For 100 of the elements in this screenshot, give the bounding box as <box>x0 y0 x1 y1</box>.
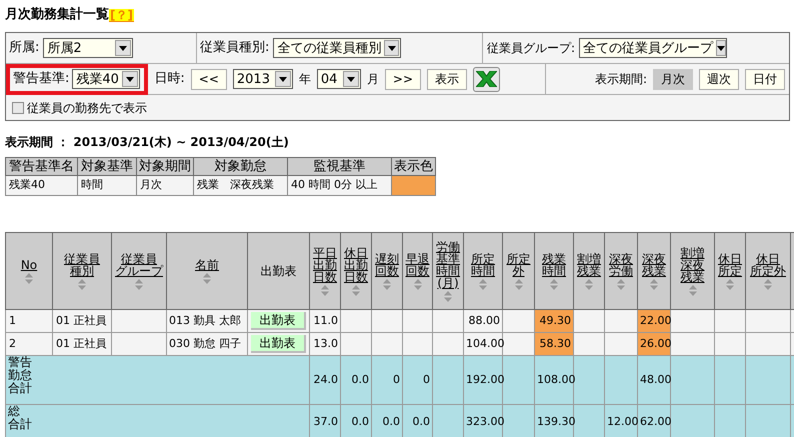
sort-icon <box>135 278 143 290</box>
table-cell: 88.00 <box>464 310 502 332</box>
table-cell: 残業 深夜残業 <box>194 176 288 196</box>
next-button[interactable]: >> <box>384 68 421 90</box>
table-cell: 0.0 <box>372 404 402 437</box>
sort-icon <box>650 278 658 290</box>
column-header: 出勤表 <box>248 232 310 310</box>
checkbox[interactable] <box>12 102 24 114</box>
spreadsheet-x-icon <box>476 71 497 87</box>
table-cell: 26.00 <box>638 332 670 356</box>
sort-icon <box>352 284 360 296</box>
table-cell: 時間 <box>78 176 136 196</box>
table-header: 監視基準 <box>288 158 392 176</box>
column-header[interactable]: 休日 所定外 <box>746 232 790 310</box>
sort-icon <box>764 278 772 290</box>
table-cell: 11.0 <box>310 310 340 332</box>
table-cell: 1 <box>6 310 52 332</box>
summary-label: 総 合計 <box>8 405 32 431</box>
table-cell: 104.00 <box>464 332 502 356</box>
month-select[interactable]: 04 <box>316 69 361 89</box>
table-cell: 0.0 <box>340 404 372 437</box>
column-header[interactable]: 平日 出勤 日数 <box>310 232 340 310</box>
show-button[interactable]: 表示 <box>427 68 467 90</box>
sort-icon <box>383 278 391 290</box>
column-header[interactable]: 割増 残業 <box>574 232 604 310</box>
table-cell: 192.00 <box>464 356 502 404</box>
sort-icon <box>688 284 696 296</box>
column-header[interactable]: 深夜 労働 <box>604 232 638 310</box>
column-header[interactable]: 早退 回数 <box>402 232 432 310</box>
period-tab[interactable]: 月次 <box>653 68 693 90</box>
sort-icon <box>550 278 558 290</box>
period-tab[interactable]: 日付 <box>745 68 785 90</box>
table-cell: 108.00 <box>534 356 574 404</box>
table-cell: 139.30 <box>534 404 574 437</box>
column-header[interactable]: 休日 所定 <box>714 232 746 310</box>
summary-label: 警告 勤怠 合計 <box>8 356 32 395</box>
sort-icon <box>25 272 33 284</box>
sort-icon <box>203 272 211 284</box>
table-cell: 0 <box>402 356 432 404</box>
employee-type-label: 従業員種別: <box>200 39 270 58</box>
column-header[interactable]: 労働 基準 時間 (月) <box>432 232 464 310</box>
sort-icon <box>514 278 522 290</box>
table-cell: 62.00 <box>638 404 670 437</box>
table-cell: 0 <box>372 356 402 404</box>
table-cell: 013 勤具 太郎 <box>166 310 248 332</box>
employee-group-select[interactable]: 全ての従業員グループ <box>579 38 728 58</box>
attendance-sheet-button[interactable]: 出勤表 <box>251 312 306 330</box>
table-cell: 12.00 <box>604 404 638 437</box>
sort-icon <box>414 278 422 290</box>
sort-icon <box>321 284 329 296</box>
table-cell: 22.00 <box>638 310 670 332</box>
table-cell: 37.0 <box>310 404 340 437</box>
sort-icon <box>585 278 593 290</box>
sort-icon <box>617 278 625 290</box>
previous-button[interactable]: << <box>190 68 227 90</box>
column-header[interactable]: 残業 時間 <box>534 232 574 310</box>
table-cell: 01 正社員 <box>52 310 112 332</box>
column-header[interactable]: 深夜 残業 <box>638 232 670 310</box>
table-header: 警告基準名 <box>6 158 78 176</box>
column-header[interactable]: 所定 外 <box>502 232 534 310</box>
column-header[interactable]: 名前 <box>166 232 248 310</box>
year-unit: 年 <box>298 71 311 88</box>
table-cell: 01 正社員 <box>52 332 112 356</box>
period-tab[interactable]: 週次 <box>699 68 739 90</box>
column-header[interactable]: 従業員 種別 <box>52 232 112 310</box>
column-header[interactable]: 割増 深夜 残業 <box>670 232 714 310</box>
checkbox-label: 従業員の勤務先で表示 <box>27 100 147 116</box>
year-select[interactable]: 2013 <box>232 69 293 89</box>
sort-icon <box>479 278 487 290</box>
employee-type-select[interactable]: 全ての従業員種別 <box>273 38 402 58</box>
sort-icon <box>444 290 452 302</box>
department-select[interactable]: 所属2 <box>43 38 134 58</box>
table-cell: 13.0 <box>310 332 340 356</box>
column-header[interactable]: 所定 時間 <box>464 232 502 310</box>
table-cell: 40 時間 0分 以上 <box>288 176 392 196</box>
attendance-sheet-button[interactable]: 出勤表 <box>251 335 306 353</box>
sort-icon <box>78 278 86 290</box>
warning-standard-select[interactable]: 残業40 <box>72 69 140 89</box>
date-label: 日時: <box>154 70 185 88</box>
table-cell: 24.0 <box>310 356 340 404</box>
page-title: 月次勤務集計一覧 <box>5 6 109 24</box>
table-cell: 030 勤怠 四子 <box>166 332 248 356</box>
period-range: 表示期間 ： 2013/03/21(木) ~ 2013/04/20(土) <box>4 134 290 151</box>
table-cell: 0.0 <box>402 404 432 437</box>
table-header: 対象期間 <box>136 158 194 176</box>
column-header[interactable]: No <box>6 232 52 310</box>
table-header: 対象基準 <box>78 158 136 176</box>
table-cell: 49.30 <box>534 310 574 332</box>
spreadsheet-export-button[interactable] <box>473 66 500 92</box>
table-header: 表示色 <box>392 158 436 176</box>
period-label: 表示期間: <box>594 71 647 88</box>
column-header[interactable]: 従業員 グループ <box>112 232 166 310</box>
table-cell: 月次 <box>136 176 194 196</box>
table-header: 対象勤怠 <box>194 158 288 176</box>
month-unit: 月 <box>366 71 379 88</box>
department-label: 所属: <box>9 39 40 58</box>
table-cell: 323.00 <box>464 404 502 437</box>
table-cell: 58.30 <box>534 332 574 356</box>
column-header[interactable]: 休日 出勤 日数 <box>340 232 372 310</box>
column-header[interactable]: 遅刻 回数 <box>372 232 402 310</box>
